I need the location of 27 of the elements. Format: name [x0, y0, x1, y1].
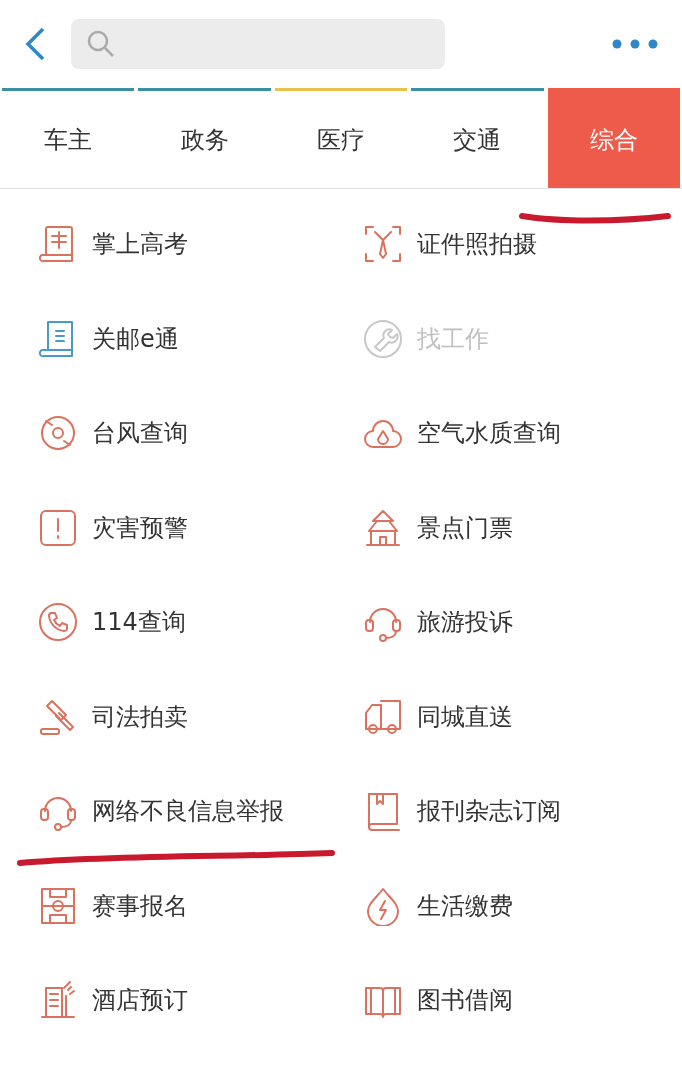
- search-field[interactable]: [71, 19, 445, 69]
- alert-icon[interactable]: [38, 507, 78, 548]
- service-label[interactable]: 灾害预警: [92, 509, 188, 546]
- search-icon: [87, 30, 115, 58]
- tie-icon[interactable]: [363, 224, 403, 265]
- service-label[interactable]: 赛事报名: [92, 887, 188, 924]
- service-label[interactable]: 网络不良信息举报: [92, 793, 284, 830]
- service-label[interactable]: 旅游投诉: [417, 604, 513, 641]
- service-label[interactable]: 生活缴费: [417, 887, 513, 924]
- service-label[interactable]: 酒店预订: [92, 982, 188, 1019]
- building-icon[interactable]: [38, 980, 78, 1021]
- service-label[interactable]: 台风查询: [92, 415, 188, 452]
- service-label[interactable]: 报刊杂志订阅: [417, 793, 561, 830]
- service-label[interactable]: 司法拍卖: [92, 698, 188, 735]
- service-label[interactable]: 掌上高考: [92, 226, 188, 263]
- more-icon[interactable]: [612, 38, 658, 50]
- service-label[interactable]: 同城直送: [417, 698, 513, 735]
- service-label[interactable]: 关邮e通: [92, 320, 179, 357]
- service-label[interactable]: 114查询: [92, 604, 186, 641]
- field-icon[interactable]: [38, 885, 78, 926]
- temple-icon[interactable]: [363, 507, 403, 548]
- service-label[interactable]: 空气水质查询: [417, 415, 561, 452]
- back-icon[interactable]: [24, 27, 46, 61]
- service-label[interactable]: 证件照拍摄: [417, 226, 537, 263]
- phone-icon[interactable]: [38, 602, 78, 643]
- service-label[interactable]: 图书借阅: [417, 982, 513, 1019]
- service-label[interactable]: 景点门票: [417, 509, 513, 546]
